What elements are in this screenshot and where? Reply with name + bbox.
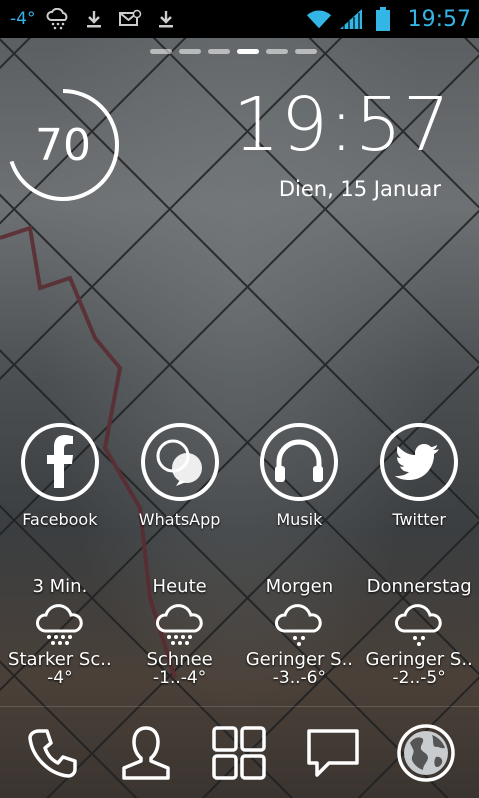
status-clock: 19:57 bbox=[407, 6, 471, 32]
forecast-temp: -3..-6° bbox=[272, 668, 326, 688]
forecast-day: Morgen bbox=[265, 576, 334, 597]
browser-button[interactable] bbox=[393, 722, 459, 784]
browser-globe-icon bbox=[397, 724, 455, 782]
app-whatsapp[interactable]: WhatsApp bbox=[120, 422, 240, 529]
app-label: WhatsApp bbox=[138, 510, 221, 529]
snow-cloud-icon bbox=[275, 604, 323, 646]
app-drawer-button[interactable] bbox=[206, 722, 272, 784]
forecast-temp: -2..-5° bbox=[392, 668, 446, 688]
snow-cloud-icon bbox=[395, 604, 442, 646]
download-icon bbox=[153, 8, 179, 30]
forecast-desc: Geringer S.. bbox=[245, 649, 354, 670]
page-dot bbox=[237, 49, 259, 54]
mail-icon bbox=[117, 8, 143, 30]
forecast-column: Heute Schnee -1..-4° bbox=[120, 576, 240, 688]
headphones-icon bbox=[260, 423, 339, 501]
download-icon bbox=[81, 8, 107, 30]
messaging-icon bbox=[307, 729, 359, 777]
snow-cloud-icon bbox=[45, 8, 71, 30]
app-facebook[interactable]: Facebook bbox=[0, 422, 120, 529]
page-dot bbox=[266, 49, 288, 54]
signal-icon bbox=[338, 8, 364, 30]
page-dot bbox=[179, 49, 201, 54]
battery-level: 70 bbox=[35, 119, 91, 171]
contacts-button[interactable] bbox=[113, 722, 179, 784]
battery-icon bbox=[370, 7, 396, 31]
status-temperature: -4° bbox=[10, 9, 36, 29]
snow-cloud-icon bbox=[155, 604, 203, 645]
app-musik[interactable]: Musik bbox=[240, 422, 360, 529]
page-indicator bbox=[150, 49, 317, 54]
messaging-button[interactable] bbox=[300, 722, 366, 784]
weather-widget[interactable]: 3 Min. Starker Sc.. -4° Heute Schnee -1.… bbox=[0, 576, 479, 688]
wifi-icon bbox=[306, 8, 332, 30]
snow-cloud-icon bbox=[35, 604, 83, 645]
facebook-icon bbox=[20, 423, 99, 501]
forecast-temp: -1..-4° bbox=[153, 668, 207, 688]
forecast-desc: Starker Sc.. bbox=[8, 649, 112, 670]
page-dot bbox=[295, 49, 317, 54]
app-label: Facebook bbox=[22, 510, 98, 529]
phone-button[interactable] bbox=[20, 722, 86, 784]
app-twitter[interactable]: Twitter bbox=[359, 422, 479, 529]
forecast-desc: Geringer S.. bbox=[365, 649, 473, 670]
app-row: Facebook WhatsApp Musik Twitter bbox=[0, 422, 479, 529]
date-label: Dien, 15 Januar bbox=[278, 177, 441, 201]
forecast-day: Donnerstag bbox=[366, 576, 472, 597]
clock-widget[interactable]: 19:57 bbox=[233, 82, 451, 168]
forecast-day: Heute bbox=[152, 576, 207, 597]
page-dot bbox=[150, 49, 172, 54]
dock-divider bbox=[0, 706, 479, 707]
app-label: Twitter bbox=[392, 510, 446, 529]
forecast-desc: Schnee bbox=[146, 649, 213, 670]
forecast-day: 3 Min. bbox=[32, 576, 88, 597]
forecast-column: 3 Min. Starker Sc.. -4° bbox=[0, 576, 120, 688]
whatsapp-icon bbox=[140, 423, 219, 501]
contacts-icon bbox=[122, 726, 170, 780]
forecast-column: Donnerstag Geringer S.. -2..-5° bbox=[359, 576, 479, 688]
status-bar: -4° 19:57 bbox=[0, 0, 479, 38]
app-label: Musik bbox=[276, 510, 323, 529]
page-dot bbox=[208, 49, 230, 54]
phone-icon bbox=[27, 729, 77, 778]
dock bbox=[0, 722, 479, 784]
app-drawer-icon bbox=[212, 726, 267, 780]
forecast-temp: -4° bbox=[47, 668, 73, 688]
forecast-column: Morgen Geringer S.. -3..-6° bbox=[240, 576, 360, 688]
twitter-bird-icon bbox=[380, 423, 459, 501]
